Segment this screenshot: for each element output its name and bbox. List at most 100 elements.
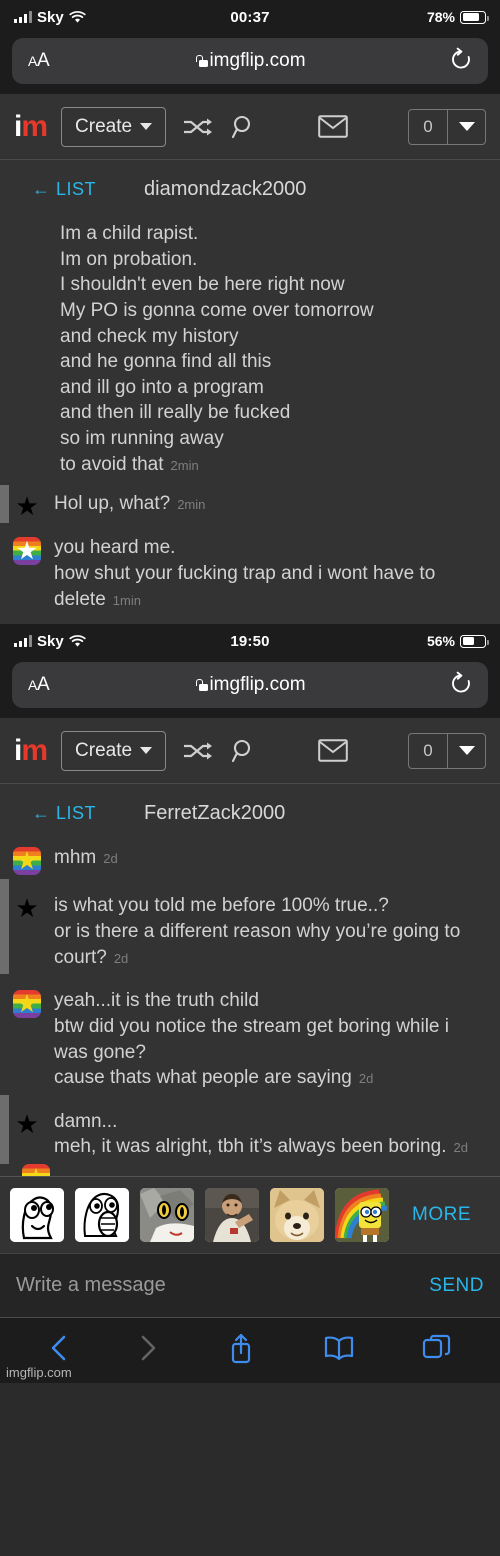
address-bar-1[interactable]: AA imgflip.com	[12, 38, 488, 84]
chat-panel-1: ← LIST diamondzack2000 Im a child rapist…	[0, 160, 500, 625]
message-row: ★ mhm 2d	[0, 839, 500, 879]
back-to-list-link-2[interactable]: ← LIST	[32, 803, 96, 824]
back-button[interactable]	[48, 1333, 70, 1368]
chat-username-1: diamondzack2000	[144, 178, 307, 200]
screenshot-2: Sky 19:50 56% AA imgflip.com im Create 0…	[0, 624, 500, 1384]
anime-cat-sticker[interactable]	[140, 1188, 194, 1243]
imgflip-logo-1[interactable]: im	[14, 110, 48, 144]
message-time: 2d	[453, 1140, 468, 1156]
status-clock-1: 00:37	[230, 8, 270, 26]
search-icon[interactable]	[230, 113, 258, 141]
notification-count-2: 0	[423, 740, 433, 760]
shuffle-icon[interactable]	[182, 740, 214, 762]
battery-icon	[460, 10, 489, 24]
avatar[interactable]: ★	[0, 489, 54, 519]
chevron-down-icon	[458, 746, 475, 756]
status-clock-2: 19:50	[230, 632, 270, 650]
rainbow-spongebob-sticker[interactable]	[335, 1188, 389, 1243]
logo-m: m	[21, 733, 48, 767]
send-button[interactable]: SEND	[429, 1275, 484, 1297]
envelope-icon[interactable]	[318, 739, 348, 763]
shuffle-icon[interactable]	[182, 116, 214, 138]
ios-status-bar-1: Sky 00:37 78%	[0, 0, 500, 34]
screenshot-1: Sky 00:37 78% AA imgflip.com im Create 0…	[0, 0, 500, 625]
status-right-2: 56%	[426, 633, 489, 650]
battery-percent-2: 56%	[426, 633, 455, 650]
message-row: ★ you heard me. how shut your fucking tr…	[0, 523, 500, 616]
safari-toolbar: imgflip.com	[0, 1317, 500, 1384]
chat-panel-2: ← LIST FerretZack2000 ★ mhm 2d ★ is what …	[0, 784, 500, 1177]
message-text: mhm	[54, 847, 97, 869]
black-star-avatar-icon: ★	[15, 893, 39, 924]
message-time: 2d	[103, 851, 118, 867]
notifications-box-1[interactable]: 0	[408, 108, 486, 145]
search-icon[interactable]	[230, 737, 258, 765]
imgflip-header-2: im Create 0	[0, 718, 500, 785]
lock-icon	[194, 55, 208, 67]
imgflip-header-1: im Create 0	[0, 94, 500, 160]
chevron-down-icon	[458, 122, 475, 131]
battery-icon	[460, 634, 489, 648]
message-input[interactable]: Write a message	[16, 1274, 429, 1297]
safari-url-bar-wrap-1: AA imgflip.com	[0, 34, 500, 94]
buddy-christ-sticker[interactable]	[205, 1188, 259, 1243]
safari-url-bar-wrap-2: AA imgflip.com	[0, 658, 500, 719]
url-display-1: imgflip.com	[12, 50, 488, 72]
avatar[interactable]: ★	[0, 891, 54, 970]
ios-status-bar-2: Sky 19:50 56%	[0, 624, 500, 659]
tabs-button[interactable]	[422, 1333, 452, 1368]
message-body: Hol up, what? 2min	[54, 489, 486, 519]
rainbow-yellow-star-avatar-icon: ★	[13, 990, 41, 1019]
notifications-dropdown-2[interactable]	[447, 733, 485, 768]
doge-sticker[interactable]	[270, 1188, 324, 1243]
chat-username-2: FerretZack2000	[144, 802, 286, 825]
message-body: damn... meh, it was alright, tbh it’s al…	[54, 1107, 486, 1160]
status-right-1: 78%	[427, 9, 489, 25]
create-label-2: Create	[75, 739, 133, 761]
address-bar-2[interactable]: AA imgflip.com	[12, 662, 488, 709]
message-time: 2d	[113, 950, 129, 966]
text-size-button-1[interactable]: AA	[28, 50, 50, 72]
envelope-icon[interactable]	[318, 115, 348, 138]
message-text: yeah...it is the truth child btw did you…	[54, 990, 449, 1089]
message-row: Im a child rapist. Im on probation. I sh…	[0, 215, 500, 485]
partial-avatar-row: ★	[0, 1164, 500, 1177]
avatar[interactable]: ★	[0, 986, 54, 1091]
chat-header-2: ← LIST FerretZack2000	[0, 784, 500, 839]
bookmarks-button[interactable]	[323, 1334, 355, 1367]
notifications-box-2[interactable]: 0	[408, 732, 486, 769]
forward-button[interactable]	[137, 1333, 159, 1368]
notifications-dropdown-1[interactable]	[447, 109, 485, 144]
more-stickers-link[interactable]: MORE	[412, 1204, 471, 1226]
create-button-1[interactable]: Create	[61, 106, 167, 147]
url-text-2: imgflip.com	[209, 674, 306, 696]
share-button[interactable]	[227, 1331, 255, 1370]
message-row: ★ Hol up, what? 2min	[0, 485, 500, 524]
chevron-down-icon	[140, 747, 153, 755]
create-label-1: Create	[75, 115, 133, 137]
stacked-screenshots: Sky 00:37 78% AA imgflip.com im Create 0…	[0, 0, 500, 1556]
imgflip-logo-2[interactable]: im	[14, 733, 48, 768]
sticker-strip: MORE	[0, 1177, 500, 1254]
back-to-list-link-1[interactable]: ← LIST	[32, 179, 96, 200]
url-display-2: imgflip.com	[12, 674, 488, 696]
black-star-avatar-icon: ★	[15, 1108, 39, 1139]
lol-rage-face-sticker[interactable]	[75, 1188, 129, 1243]
derp-rage-face-sticker[interactable]	[10, 1188, 64, 1243]
reload-icon[interactable]	[450, 47, 472, 76]
avatar[interactable]: ★	[0, 533, 54, 612]
message-row: ★ is what you told me before 100% true..…	[0, 879, 500, 975]
imgflip-watermark: imgflip.com	[6, 1365, 72, 1381]
text-size-button-2[interactable]: AA	[28, 674, 50, 696]
message-body: is what you told me before 100% true..? …	[54, 891, 486, 970]
message-row: ★ damn... meh, it was alright, tbh it’s …	[0, 1094, 500, 1165]
message-text: Im a child rapist. Im on probation. I sh…	[60, 223, 374, 475]
message-body: yeah...it is the truth child btw did you…	[54, 986, 486, 1091]
avatar[interactable]: ★	[0, 843, 54, 876]
create-button-2[interactable]: Create	[61, 730, 167, 771]
chevron-down-icon	[140, 123, 153, 130]
chat-header-1: ← LIST diamondzack2000	[0, 160, 500, 215]
reload-icon[interactable]	[450, 671, 472, 700]
avatar[interactable]: ★	[0, 1107, 54, 1160]
message-body: mhm 2d	[54, 843, 486, 875]
